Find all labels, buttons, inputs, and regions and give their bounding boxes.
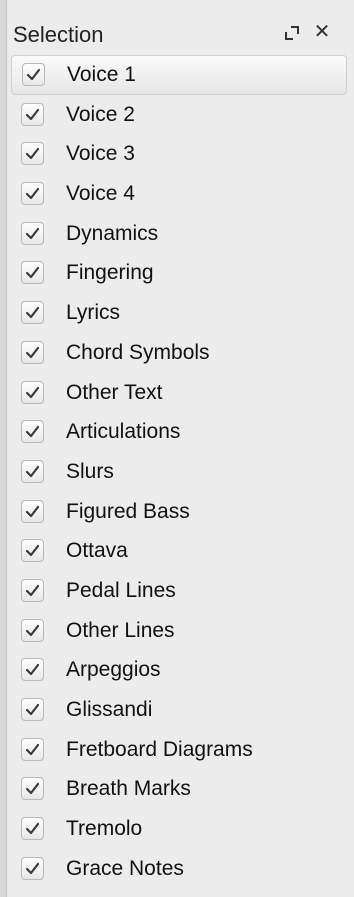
checkbox[interactable] — [21, 182, 44, 206]
filter-item[interactable]: Voice 4 — [7, 174, 354, 214]
filter-item[interactable]: Voice 3 — [7, 134, 354, 174]
filter-item-label: Dynamics — [66, 221, 159, 245]
filter-item[interactable]: Lyrics — [7, 293, 354, 333]
checkbox[interactable] — [21, 102, 44, 126]
selection-filter-list: Voice 1 Voice 2 Voice 3 Voice 4 Dynamics Fing… — [7, 55, 354, 888]
checkbox[interactable] — [22, 63, 45, 86]
filter-item[interactable]: Dynamics — [7, 214, 354, 254]
filter-item-label: Ottava — [66, 539, 128, 563]
checkbox[interactable] — [21, 777, 44, 801]
filter-item[interactable]: Slurs — [7, 452, 354, 492]
checkmark-icon — [25, 426, 40, 438]
checkmark-icon — [25, 862, 40, 874]
checkmark-icon — [25, 743, 40, 755]
checkmark-icon — [26, 68, 41, 81]
checkmark-icon — [25, 545, 40, 557]
filter-item[interactable]: Arpeggios — [7, 650, 354, 690]
filter-item[interactable]: Tremolo — [7, 809, 354, 849]
filter-item[interactable]: Fretboard Diagrams — [7, 730, 354, 770]
checkmark-icon — [25, 227, 40, 239]
filter-item-label: Grace Notes — [66, 856, 184, 880]
checkbox[interactable] — [21, 142, 44, 166]
checkmark-icon — [25, 108, 40, 120]
filter-item[interactable]: Voice 1 — [11, 55, 347, 95]
checkbox[interactable] — [21, 698, 44, 721]
filter-item-label: Arpeggios — [66, 658, 161, 682]
checkbox[interactable] — [21, 340, 44, 364]
checkmark-icon — [25, 822, 40, 835]
checkmark-icon — [25, 465, 40, 477]
checkmark-icon — [25, 148, 40, 160]
checkbox[interactable] — [21, 301, 44, 325]
filter-item[interactable]: Voice 2 — [7, 95, 354, 135]
filter-item-label: Other Text — [66, 380, 163, 404]
checkbox[interactable] — [21, 380, 44, 404]
filter-item-label: Tremolo — [66, 817, 143, 841]
filter-item[interactable]: Grace Notes — [7, 849, 354, 889]
filter-item[interactable]: Breath Marks — [7, 769, 354, 809]
filter-item[interactable]: Fingering — [7, 253, 354, 293]
checkbox[interactable] — [21, 578, 44, 602]
checkmark-icon — [25, 267, 40, 279]
panel-title: Selection — [13, 22, 104, 47]
checkmark-icon — [25, 783, 40, 795]
filter-item-label: Other Lines — [66, 618, 175, 642]
checkmark-icon — [25, 307, 40, 319]
checkmark-icon — [25, 584, 40, 597]
checkbox[interactable] — [21, 539, 44, 563]
filter-item[interactable]: Glissandi — [7, 690, 354, 730]
filter-item-label: Fretboard Diagrams — [66, 737, 253, 761]
filter-item-label: Voice 3 — [66, 142, 135, 166]
filter-item[interactable]: Other Text — [7, 373, 354, 413]
checkmark-icon — [25, 664, 40, 676]
checkbox[interactable] — [21, 221, 44, 245]
filter-item[interactable]: Figured Bass — [7, 492, 354, 532]
checkmark-icon — [25, 187, 40, 200]
panel-titlebar: Selection ✕ — [7, 0, 354, 55]
undock-icon[interactable] — [283, 24, 301, 42]
filter-item-label: Breath Marks — [66, 777, 191, 801]
selection-panel: Selection ✕ Voice 1 Voice 2 Voice 3 Voice 4… — [7, 0, 354, 897]
checkbox[interactable] — [21, 658, 44, 682]
filter-item-label: Voice 1 — [67, 63, 136, 86]
filter-item-label: Lyrics — [66, 301, 121, 325]
checkbox[interactable] — [21, 817, 44, 841]
checkmark-icon — [25, 505, 40, 517]
window-edge — [0, 0, 7, 897]
filter-item[interactable]: Ottava — [7, 531, 354, 571]
checkbox[interactable] — [21, 261, 44, 285]
close-icon[interactable]: ✕ — [312, 22, 332, 42]
checkbox[interactable] — [21, 618, 44, 642]
filter-item-label: Fingering — [66, 261, 154, 285]
checkmark-icon — [25, 703, 40, 716]
checkmark-icon — [25, 624, 40, 636]
checkbox[interactable] — [21, 420, 44, 444]
filter-item[interactable]: Articulations — [7, 412, 354, 452]
filter-item-label: Pedal Lines — [66, 578, 176, 602]
checkbox[interactable] — [21, 459, 44, 483]
filter-item[interactable]: Other Lines — [7, 611, 354, 651]
filter-item[interactable]: Chord Symbols — [7, 333, 354, 373]
checkmark-icon — [25, 346, 40, 358]
filter-item-label: Figured Bass — [66, 499, 190, 523]
checkbox[interactable] — [21, 737, 44, 761]
checkbox[interactable] — [21, 856, 44, 880]
filter-item-label: Chord Symbols — [66, 340, 210, 364]
filter-item-label: Slurs — [66, 459, 114, 483]
checkmark-icon — [25, 386, 40, 398]
filter-item[interactable]: Pedal Lines — [7, 571, 354, 611]
checkbox[interactable] — [21, 499, 44, 523]
filter-item-label: Glissandi — [66, 698, 153, 721]
filter-item-label: Voice 4 — [66, 182, 135, 206]
filter-item-label: Voice 2 — [66, 102, 135, 126]
filter-item-label: Articulations — [66, 420, 181, 444]
